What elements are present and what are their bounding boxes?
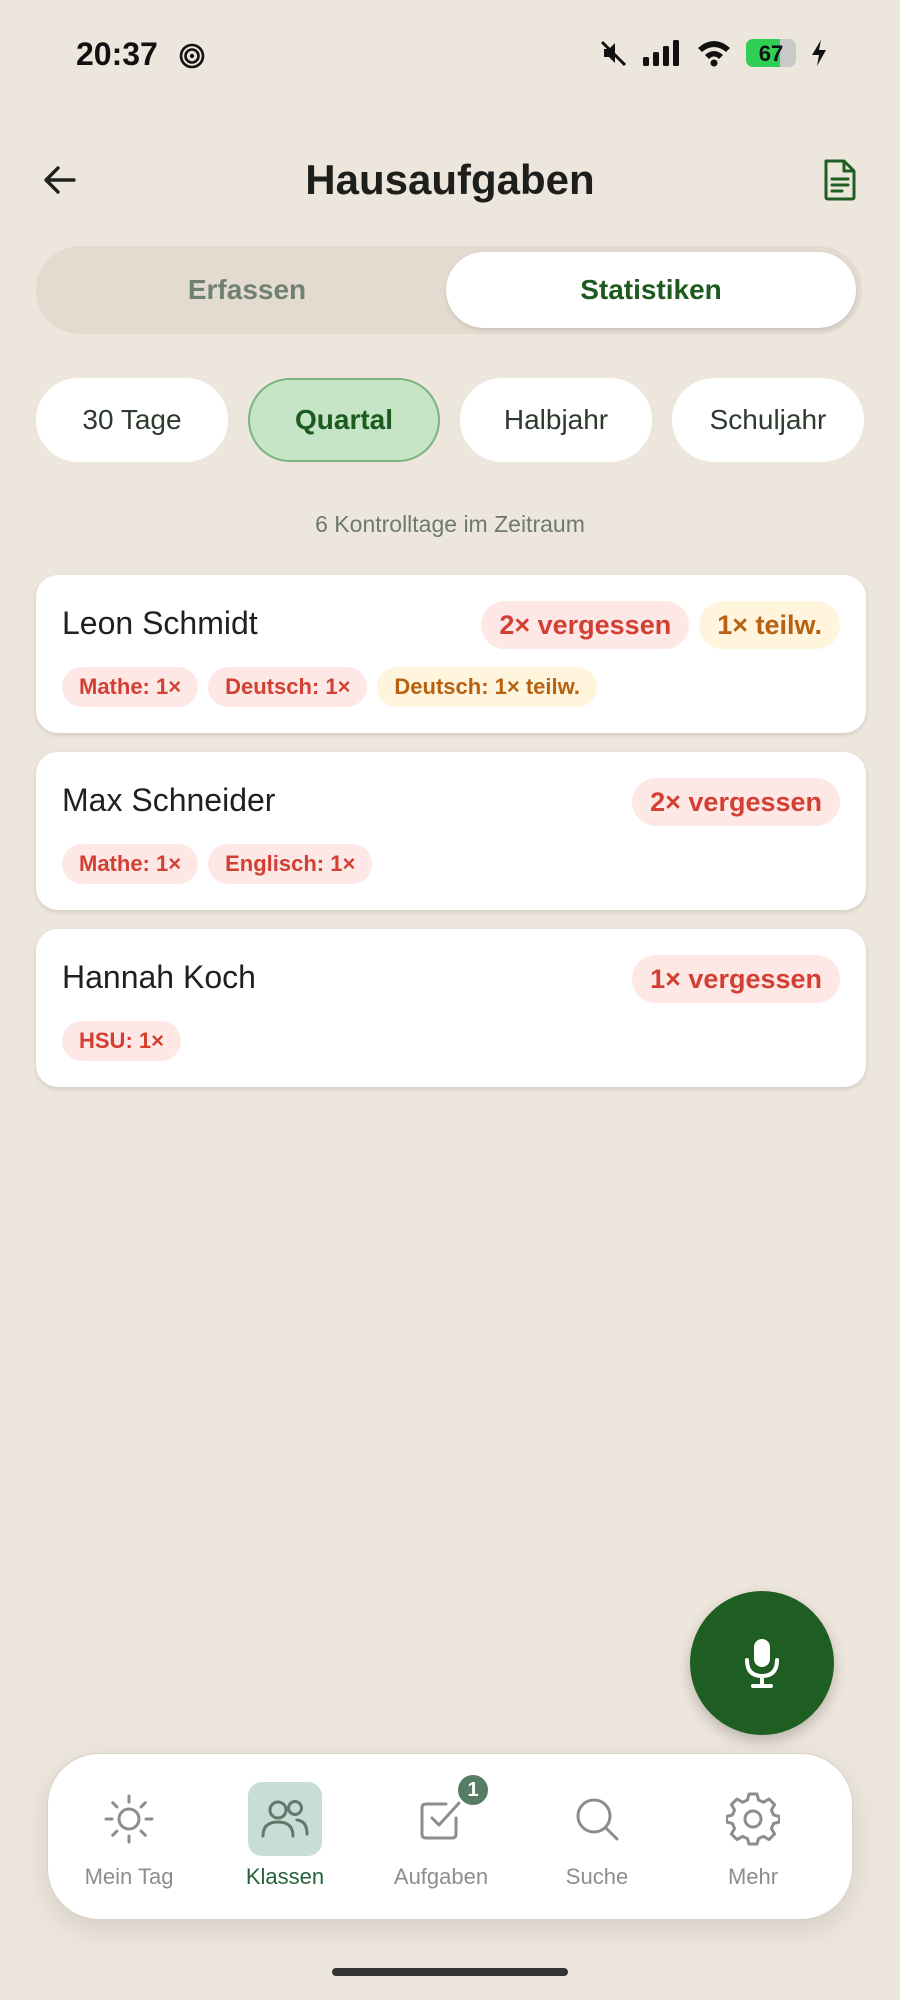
nav-klassen[interactable]: Klassen (207, 1754, 363, 1921)
app-header: Hausaufgaben (0, 140, 900, 220)
page-title: Hausaufgaben (305, 156, 595, 203)
subject-tag: Englisch: 1× (208, 844, 373, 884)
status-time: 20:37 (76, 36, 158, 72)
period-chip-quartal[interactable]: Quartal (248, 378, 440, 462)
document-icon (824, 159, 856, 201)
subject-tag: Mathe: 1× (62, 667, 199, 707)
nav-aufgaben[interactable]: 1 Aufgaben (363, 1754, 519, 1921)
nav-icon-wrap (560, 1782, 634, 1856)
subject-tags: HSU: 1× (62, 1021, 181, 1061)
period-chip-schuljahr[interactable]: Schuljahr (672, 378, 864, 462)
subject-tags: Mathe: 1× Deutsch: 1× Deutsch: 1× teilw. (62, 667, 598, 707)
subject-tag: Deutsch: 1× (208, 667, 368, 707)
charging-icon (812, 40, 826, 66)
mute-icon (600, 40, 627, 67)
nav-label: Klassen (245, 1864, 325, 1889)
student-card[interactable]: Max Schneider 2× vergessen Mathe: 1× Eng… (36, 752, 866, 910)
home-indicator[interactable] (332, 1968, 568, 1976)
nav-suche[interactable]: Suche (519, 1754, 675, 1921)
nav-icon-wrap (248, 1782, 322, 1856)
period-chip-30-tage[interactable]: 30 Tage (36, 378, 228, 462)
gear-icon (726, 1792, 780, 1846)
tab-erfassen[interactable]: Erfassen (42, 252, 452, 328)
forgotten-badge: 2× vergessen (632, 778, 840, 826)
microphone-icon (745, 1639, 779, 1688)
student-card[interactable]: Hannah Koch 1× vergessen HSU: 1× (36, 929, 866, 1087)
users-icon (261, 1800, 309, 1838)
student-name: Leon Schmidt (62, 605, 258, 641)
sun-icon (104, 1794, 154, 1844)
status-bar: 20:37 67 (0, 0, 900, 110)
nav-icon-wrap (92, 1782, 166, 1856)
student-badges: 2× vergessen 1× teilw. (481, 601, 840, 649)
student-card[interactable]: Leon Schmidt 2× vergessen 1× teilw. Math… (36, 575, 866, 733)
student-name: Hannah Koch (62, 959, 256, 995)
nav-icon-wrap (716, 1782, 790, 1856)
notification-badge: 1 (455, 1772, 491, 1808)
nav-label: Mein Tag (84, 1864, 174, 1889)
nav-label: Aufgaben (393, 1864, 489, 1889)
status-icons: 67 (598, 38, 828, 68)
battery-level: 67 (758, 41, 784, 66)
wifi-icon (698, 41, 730, 67)
forgotten-badge: 2× vergessen (481, 601, 690, 649)
subject-tag: Mathe: 1× (62, 844, 199, 884)
subject-tag-partial: Deutsch: 1× teilw. (377, 667, 598, 707)
bottom-navigation: Mein Tag Klassen 1 Aufgaben Suche Mehr (47, 1753, 853, 1920)
view-tabs: Erfassen Statistiken (36, 246, 862, 334)
forgotten-badge: 1× vergessen (632, 955, 840, 1003)
period-chip-halbjahr[interactable]: Halbjahr (460, 378, 652, 462)
partial-badge: 1× teilw. (699, 601, 840, 649)
nav-mehr[interactable]: Mehr (675, 1754, 831, 1921)
nav-mein-tag[interactable]: Mein Tag (51, 1754, 207, 1921)
export-document-button[interactable] (814, 152, 866, 208)
student-badges: 2× vergessen (632, 778, 840, 826)
student-badges: 1× vergessen (632, 955, 840, 1003)
tab-statistiken[interactable]: Statistiken (446, 252, 856, 328)
period-filter: 30 Tage Quartal Halbjahr Schuljahr (36, 378, 866, 462)
spiral-icon (179, 43, 205, 69)
search-icon (576, 1798, 619, 1841)
period-summary: 6 Kontrolltage im Zeitraum (315, 511, 585, 537)
signal-icon (643, 40, 679, 66)
nav-label: Suche (565, 1864, 629, 1889)
battery-icon: 67 (746, 39, 796, 67)
nav-label: Mehr (727, 1864, 779, 1889)
student-name: Max Schneider (62, 782, 276, 818)
voice-input-button[interactable] (690, 1591, 834, 1735)
subject-tag: HSU: 1× (62, 1021, 181, 1061)
subject-tags: Mathe: 1× Englisch: 1× (62, 844, 373, 884)
